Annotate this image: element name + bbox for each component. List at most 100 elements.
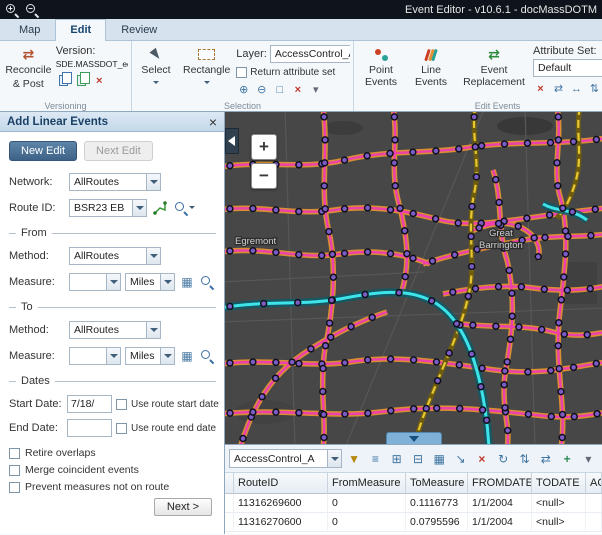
point-events-button[interactable]: Point Events [357,43,405,100]
records-list-icon[interactable]: ≡ [366,449,385,469]
return-attribute-set-label: Return attribute set [250,67,335,78]
zoom-to-record-icon[interactable]: ↘ [451,449,470,469]
swap-measures-icon[interactable]: ⇄ [551,81,566,96]
layer-select[interactable]: AccessControl_A [270,45,350,63]
map-canvas[interactable]: Egremont Great Barrington [225,112,602,444]
delete-version-icon[interactable]: × [92,73,107,88]
end-date-input[interactable] [67,419,112,437]
column-header-routeid[interactable]: RouteID [234,473,328,494]
column-header-ac[interactable]: AC [586,473,602,494]
selection-menu-icon[interactable]: ▾ [308,82,323,97]
from-measure-grid-icon[interactable]: ▦ [179,273,195,291]
table-row[interactable]: 11316270600 0 0.0795596 1/1/2004 <null> [225,513,602,532]
prevent-measures-checkbox[interactable] [9,482,20,493]
next-button[interactable]: Next > [154,498,212,516]
from-units-arrow-icon [160,274,174,290]
to-measure-grid-icon[interactable]: ▦ [179,347,195,365]
place-label-egremont: Egremont [235,236,277,247]
line-events-button[interactable]: Line Events [407,43,455,100]
start-date-label: Start Date: [9,398,63,410]
tab-review[interactable]: Review [106,19,172,40]
zoom-in-button[interactable]: + [251,134,277,160]
select-tool-button[interactable]: Select [135,43,177,100]
to-section-label: To [21,301,33,313]
route-id-value: BSR23 EB [70,202,132,214]
table-row[interactable]: 11316269600 0 0.1116773 1/1/2004 <null> [225,494,602,513]
route-search-button[interactable] [173,199,196,217]
retire-overlaps-checkbox[interactable] [9,448,20,459]
attribute-table-icon[interactable]: ▦ [430,449,449,469]
to-measure-label: Measure: [9,350,65,362]
tab-edit[interactable]: Edit [55,19,106,41]
group-label-selection: Selection [132,101,353,111]
sort-icon[interactable]: ⇅ [515,449,534,469]
cell-fromdate: 1/1/2004 [468,513,532,531]
column-header-todate[interactable]: TODATE [532,473,586,494]
attribute-set-select[interactable]: Default [533,59,602,77]
swap-fields-icon[interactable]: ⇄ [536,449,555,469]
network-select[interactable]: AllRoutes [69,173,161,191]
cell-tomeasure: 0.1116773 [406,494,468,512]
row-selector-header [225,473,234,494]
tab-map[interactable]: Map [4,19,55,40]
from-method-select[interactable]: AllRoutes [69,247,161,265]
delete-record-icon[interactable]: × [472,449,491,469]
row-selector[interactable] [225,513,234,531]
panel-header: Add Linear Events × [0,112,224,132]
close-icon[interactable]: × [209,115,217,129]
app-title: Event Editor - v10.6.1 - docMassDOTM [405,4,597,16]
group-label-edit-events: Edit Events [354,101,602,111]
copy-version-icon[interactable] [56,73,71,88]
route-graphic-button[interactable] [151,199,169,217]
column-header-fromdate[interactable]: FROMDATE [468,473,532,494]
collapse-panel-arrow-icon[interactable] [225,128,239,154]
from-method-label: Method: [9,250,65,262]
next-edit-button[interactable]: Next Edit [84,141,153,161]
to-units-select[interactable]: Miles [125,347,175,365]
grid-menu-icon[interactable]: ▾ [579,449,598,469]
row-selector[interactable] [225,494,234,512]
to-measure-search-icon[interactable] [199,347,215,365]
from-units-select[interactable]: Miles [125,273,175,291]
merge-coincident-checkbox[interactable] [9,465,20,476]
start-date-input[interactable] [67,395,112,413]
map: Egremont Great Barrington + − [225,112,602,444]
to-measure-select[interactable] [69,347,121,365]
extend-event-icon[interactable]: ↔ [569,81,584,96]
version-label: Version: [56,45,128,57]
reconcile-label-line2: & Post [13,79,44,91]
new-edit-button[interactable]: New Edit [9,141,77,161]
delete-selection-icon[interactable]: × [290,82,305,97]
grid-layer-select[interactable]: AccessControl_A [229,449,342,468]
collapse-grid-arrow-icon[interactable] [386,432,442,444]
refresh-icon[interactable]: ↻ [494,449,513,469]
event-replacement-button[interactable]: ⇄ Event Replacement [457,43,531,100]
column-header-tomeasure[interactable]: ToMeasure [406,473,468,494]
use-route-end-checkbox[interactable] [116,423,127,434]
use-route-start-checkbox[interactable] [116,399,127,410]
to-method-select[interactable]: AllRoutes [69,321,161,339]
delete-event-icon[interactable]: × [533,81,548,96]
add-record-icon[interactable]: + [557,449,576,469]
zoom-out-button[interactable]: − [251,163,277,189]
select-remove-icon[interactable]: ⊖ [254,82,269,97]
add-rows-icon[interactable]: ⊞ [387,449,406,469]
zoom-out-tool-icon[interactable]: − [25,3,38,16]
remove-rows-icon[interactable]: ⊟ [408,449,427,469]
column-header-frommeasure[interactable]: FromMeasure [328,473,406,494]
rectangle-icon [198,46,215,63]
attribute-set-label: Attribute Set: [533,45,602,57]
reconcile-post-button[interactable]: ⇄ Reconcile & Post [3,43,54,100]
network-value: AllRoutes [70,176,146,188]
zoom-in-tool-icon[interactable]: + [5,3,18,16]
clear-selection-icon[interactable]: □ [272,82,287,97]
offset-event-icon[interactable]: ⇅ [587,81,602,96]
from-measure-select[interactable] [69,273,121,291]
select-add-icon[interactable]: ⊕ [236,82,251,97]
route-id-select[interactable]: BSR23 EB [69,199,147,217]
return-attribute-set-checkbox[interactable] [236,67,247,78]
from-measure-search-icon[interactable] [199,273,215,291]
rectangle-tool-button[interactable]: Rectangle [179,43,234,100]
create-version-icon[interactable] [74,73,89,88]
filter-icon[interactable]: ▼ [344,449,363,469]
